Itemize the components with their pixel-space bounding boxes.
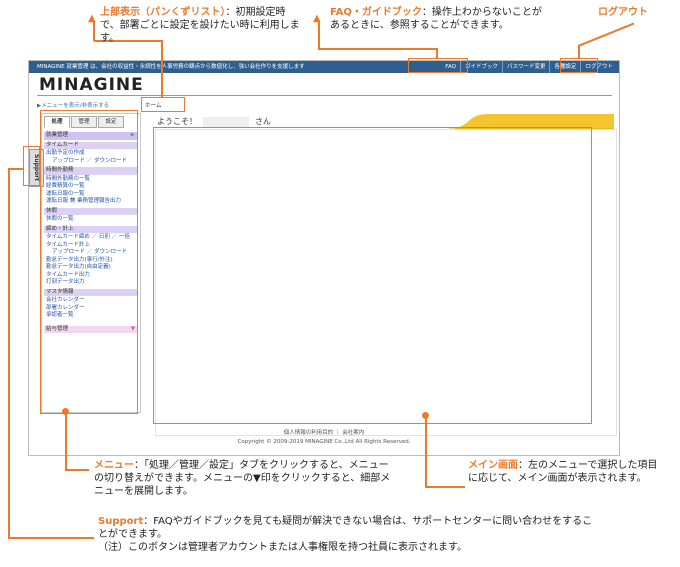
arrow-up-icon: ▲ — [313, 13, 321, 24]
breadcrumb-highlight — [141, 97, 185, 112]
logo: MINAGINE — [39, 75, 144, 95]
footer-links[interactable]: 個人情報の利用目的 ｜ 会社案内 — [29, 429, 619, 438]
callout-title: ログアウト — [598, 7, 648, 18]
callout-note: （注）このボタンは管理者アカウントまたは人事権限を持つ社員に表示されます。 — [98, 542, 467, 553]
support-connector — [8, 168, 24, 170]
callout-text: ：「処理／管理／設定」タブをクリックすると、メニューの切り替えができます。メニュ… — [94, 460, 391, 497]
callout-text: ：FAQやガイドブックを見ても疑問が解決できない場合は、サポートセンターに問い合… — [98, 516, 593, 540]
password-change-link[interactable]: パスワード変更 — [501, 61, 550, 73]
breadcrumb-connector — [161, 40, 163, 97]
breadcrumb-callout: 上部表示（パンくずリスト）：初期設定時で、部署ごとに設定を設けたい時に利用します… — [100, 6, 300, 45]
logout-highlight — [560, 58, 598, 73]
menu-highlight — [40, 110, 138, 414]
menu-toggle-link[interactable]: ▶メニューを表示/非表示する — [37, 101, 109, 109]
copyright: Copyright © 2009-2019 MINAGINE Co.,Ltd A… — [237, 439, 411, 445]
menu-connector — [65, 410, 67, 470]
tagline: MINAGINE 就業管理 は、会社の収益性・永続性を人事労務の観点から数値化し… — [37, 64, 305, 70]
support-connector — [8, 537, 94, 539]
logout-connector — [578, 22, 635, 47]
main-connector — [425, 486, 465, 488]
arrow-up-icon: ▲ — [88, 13, 96, 24]
logout-callout: ログアウト — [598, 6, 648, 19]
breadcrumb-connector — [93, 22, 95, 41]
callout-title: 上部表示（パンくずリスト） — [100, 7, 226, 18]
welcome-prefix: ようこそ！ — [157, 117, 197, 126]
welcome-suffix: さん — [255, 117, 271, 126]
callout-title: メイン画面 — [468, 460, 518, 471]
faq-highlight — [408, 58, 468, 73]
support-connector — [8, 168, 10, 538]
faq-connector — [318, 48, 438, 50]
main-connector — [425, 415, 427, 487]
main-highlight — [153, 127, 592, 424]
faq-connector — [318, 22, 320, 49]
support-callout: Support：FAQやガイドブックを見ても疑問が解決できない場合は、サポートセ… — [98, 515, 598, 554]
callout-title: Support — [98, 516, 144, 527]
footer: 個人情報の利用目的 ｜ 会社案内 Copyright © 2009-2019 M… — [29, 429, 619, 447]
welcome-message: ようこそ！ さん — [157, 116, 271, 127]
menu-callout: メニュー：「処理／管理／設定」タブをクリックすると、メニューの切り替えができます… — [94, 459, 394, 498]
user-name-placeholder — [203, 116, 249, 127]
logout-connector — [578, 45, 580, 58]
callout-title: メニュー — [94, 460, 134, 471]
callout-title: FAQ・ガイドブック — [330, 7, 422, 18]
main-callout: メイン画面：左のメニューで選択した項目に応じて、メイン画面が表示されます。 — [468, 459, 666, 485]
faq-connector — [436, 48, 438, 58]
faq-callout: FAQ・ガイドブック：操作上わからないことがあるときに、参照することができます。 — [330, 6, 546, 32]
support-highlight — [23, 146, 40, 186]
header-divider — [37, 95, 612, 96]
top-bar: MINAGINE 就業管理 は、会社の収益性・永続性を人事労務の観点から数値化し… — [29, 61, 619, 73]
menu-connector — [65, 469, 89, 471]
